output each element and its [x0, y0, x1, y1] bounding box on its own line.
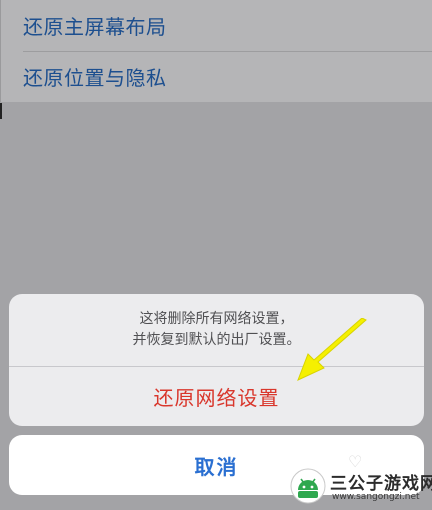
settings-item-label: 还原位置与隐私: [23, 65, 167, 90]
edge-mark: [0, 103, 2, 119]
action-sheet-message: 这将删除所有网络设置， 并恢复到默认的出厂设置。: [9, 294, 424, 366]
settings-item-reset-home-layout[interactable]: 还原主屏幕布局: [23, 0, 432, 50]
action-sheet-message-line-2: 并恢复到默认的出厂设置。: [132, 332, 301, 348]
screen: 还原主屏幕布局 还原位置与隐私 这将删除所有网络设置， 并恢复到默认的出厂设置。…: [0, 0, 432, 510]
reset-network-settings-label: 还原网络设置: [153, 386, 280, 410]
action-sheet-message-line-1: 这将删除所有网络设置，: [139, 311, 294, 327]
action-sheet: 这将删除所有网络设置， 并恢复到默认的出厂设置。 还原网络设置: [9, 294, 424, 426]
cancel-label: 取消: [194, 454, 239, 479]
settings-item-reset-location-privacy[interactable]: 还原位置与隐私: [23, 51, 432, 101]
reset-network-settings-button[interactable]: 还原网络设置: [9, 367, 424, 426]
settings-item-label: 还原主屏幕布局: [23, 14, 167, 39]
cancel-button[interactable]: 取消: [9, 435, 424, 495]
settings-list: 还原主屏幕布局 还原位置与隐私: [0, 0, 432, 102]
